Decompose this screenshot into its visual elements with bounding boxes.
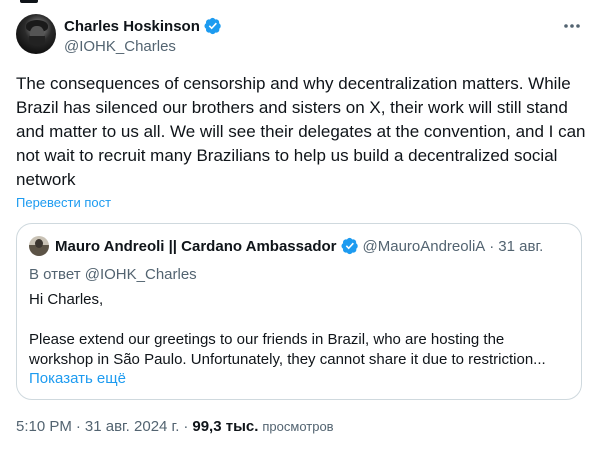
quoted-tweet-card[interactable]: Mauro Andreoli || Cardano Ambassador @Ma…	[16, 223, 582, 400]
more-options-button[interactable]	[560, 14, 584, 38]
quoted-paragraph-gap	[29, 310, 569, 330]
reply-prefix: В ответ	[29, 266, 81, 283]
author-name-row: Charles Hoskinson	[64, 16, 222, 36]
tweet-meta: 5:10 PM · 31 авг. 2024 г. · 99,3 тыс. пр…	[16, 418, 334, 435]
quoted-greeting: Hi Charles,	[29, 291, 104, 308]
meta-separator-2: ·	[183, 418, 189, 435]
tweet-text: The consequences of censorship and why d…	[16, 74, 591, 189]
quoted-tweet-body: Hi Charles, Please extend our greetings …	[29, 290, 569, 370]
author-block: Charles Hoskinson @IOHK_Charles	[64, 16, 222, 55]
quoted-date: 31 авг.	[498, 237, 544, 255]
translate-post-link[interactable]: Перевести пост	[16, 195, 111, 210]
views-count[interactable]: 99,3 тыс.	[192, 418, 258, 435]
quoted-separator: ·	[489, 237, 495, 255]
avatar-beard	[29, 36, 45, 46]
quoted-author-avatar	[29, 236, 49, 256]
meta-separator-1: ·	[75, 418, 81, 435]
author-handle[interactable]: @IOHK_Charles	[64, 38, 222, 55]
top-edge-mark	[20, 0, 38, 3]
more-dots-icon	[564, 24, 580, 28]
post-date[interactable]: 31 авг. 2024 г.	[85, 418, 179, 435]
quoted-line-1: Please extend our greetings to our frien…	[29, 331, 505, 348]
reply-to-handle: @IOHK_Charles	[84, 266, 197, 283]
quoted-author-handle: @MauroAndreoliA	[362, 237, 486, 255]
post-time[interactable]: 5:10 PM	[16, 418, 72, 435]
verified-icon	[204, 17, 221, 35]
quoted-author-name: Mauro Andreoli || Cardano Ambassador	[55, 237, 337, 255]
author-name[interactable]: Charles Hoskinson	[64, 18, 200, 35]
quoted-avatar-head	[35, 239, 43, 248]
quoted-line-2: workshop in São Paulo. Unfortunately, th…	[29, 351, 546, 368]
quoted-tweet-header: Mauro Andreoli || Cardano Ambassador @Ma…	[55, 237, 543, 255]
quoted-reply-context: В ответ @IOHK_Charles	[29, 266, 197, 283]
views-label: просмотров	[262, 419, 334, 434]
quoted-verified-icon	[340, 237, 358, 255]
show-more-link[interactable]: Показать ещё	[29, 370, 126, 387]
top-edge	[0, 0, 599, 3]
author-avatar[interactable]	[16, 14, 56, 54]
